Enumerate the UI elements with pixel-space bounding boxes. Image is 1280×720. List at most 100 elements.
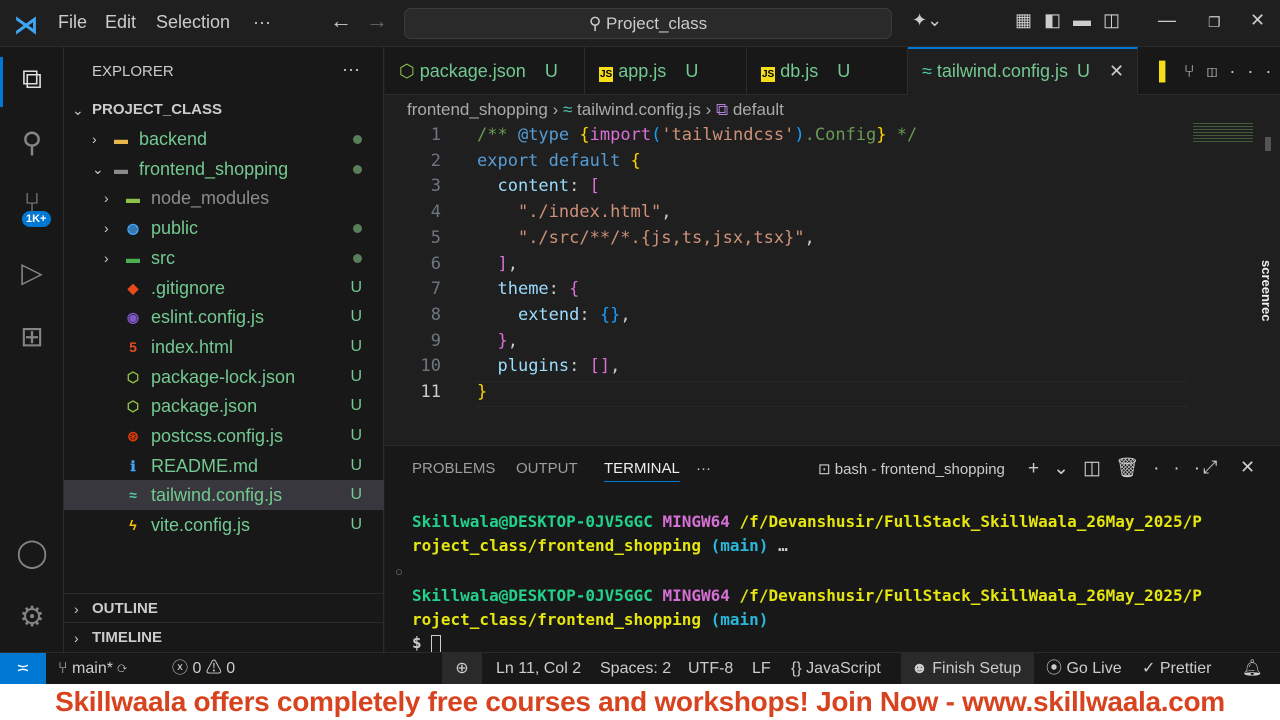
forward-arrow-icon[interactable]: → [366,8,388,34]
close-tab-icon[interactable]: ✕ [1109,61,1124,81]
command-center-search[interactable]: ⚲ Project_class [404,8,892,39]
code-line[interactable]: content: [ [477,176,599,196]
explorer-more-button[interactable]: ··· [342,59,360,80]
code-token: { [569,279,580,300]
scrollbar[interactable] [1265,137,1271,151]
current-line-highlight [475,381,1187,407]
code-token: .Config [804,125,877,145]
warning-count: 0 [226,660,236,677]
encoding[interactable]: UTF-8 [688,653,733,684]
maximize-panel-icon[interactable]: ⤢ [1203,457,1217,478]
close-window-button[interactable]: ✕ [1250,10,1265,31]
menu-edit[interactable]: Edit [105,12,136,33]
menu-selection[interactable]: Selection [156,12,230,33]
layout-icons[interactable]: ▦◧▬◫ [1015,10,1132,31]
terminal-cursor[interactable] [431,634,442,653]
tree-item--gitignore[interactable]: ◆ .gitignore U [64,273,384,303]
code-line[interactable]: "./src/**/*.{js,ts,jsx,tsx}", [477,228,815,248]
code-line[interactable]: /** @type {import('tailwindcss').Config}… [477,125,917,145]
breadcrumb-folder[interactable]: frontend_shopping [407,100,548,119]
tree-item-package-json[interactable]: ⬡ package.json U [64,391,384,421]
code-line[interactable]: theme: { [477,279,579,299]
tree-item-tailwind-config-js[interactable]: ≈ tailwind.config.js U [64,480,384,511]
tree-item-public[interactable]: › ◍ public [64,213,384,243]
tab-label: db.js [780,61,819,81]
account-icon[interactable]: ◯ [14,535,50,571]
tab-terminal[interactable]: TERMINAL [604,460,680,482]
code-line[interactable]: extend: {}, [477,305,631,325]
line-number: 2 [430,150,441,171]
code-line[interactable]: }, [477,331,518,351]
code-line[interactable]: export default { [477,151,641,171]
prettier-button[interactable]: ✓ Prettier [1142,653,1211,684]
language-mode[interactable]: {} JavaScript [791,653,881,684]
back-arrow-icon[interactable]: ← [330,8,352,34]
code-editor[interactable]: frontend_shopping › ≈ tailwind.config.js… [385,95,1280,445]
tree-item-package-lock-json[interactable]: ⬡ package-lock.json U [64,362,384,392]
explorer-icon[interactable]: ⧉ [14,61,50,97]
tree-item-eslint-config-js[interactable]: ◉ eslint.config.js U [64,302,384,332]
editor-actions[interactable]: ▌⑂◫··· [1145,47,1280,95]
git-status-badge: U [350,456,362,474]
minimap[interactable] [1193,123,1253,143]
tree-item-node-modules[interactable]: › ▬ node_modules [64,183,384,213]
panel-more-button[interactable]: ··· [696,460,711,477]
tab-db-js[interactable]: JS db.js U [747,47,908,95]
timeline-section[interactable]: › TIMELINE [64,622,384,652]
modified-dot-icon [353,164,362,174]
notifications-bell-icon[interactable]: 🔔︎ [1242,653,1262,684]
code-line[interactable]: } [477,382,487,402]
code-token: ] [497,253,508,274]
project-root[interactable]: ⌄ PROJECT_CLASS [64,95,384,125]
branch-item[interactable]: ⑂ main* ⟳ [58,653,127,684]
promo-banner[interactable]: Skillwaala offers completely free course… [0,684,1280,720]
tree-item-src[interactable]: › ▬ src [64,243,384,273]
terminal-selector[interactable]: ⊡ bash - frontend_shopping [818,460,1005,478]
tree-item-readme-md[interactable]: ℹ README.md U [64,451,384,481]
menu-more[interactable]: ··· [253,12,271,33]
menu-file[interactable]: File [58,12,87,33]
problems-item[interactable]: ⓧ 0 ⚠ 0 [172,653,235,684]
minimize-button[interactable]: — [1158,10,1176,31]
prompt-user: Skillwala@DESKTOP-0JV5GGC [412,512,653,531]
code-token: , [661,202,672,223]
language-label: JavaScript [806,660,881,677]
extensions-icon[interactable]: ⊞ [14,319,50,355]
terminal-actions[interactable]: +⌄◫🗑··· [1028,456,1214,480]
restore-button[interactable]: ❐ [1208,14,1221,31]
tree-item-backend[interactable]: › ▬ backend [64,124,384,154]
indentation[interactable]: Spaces: 2 [600,653,671,684]
tab-status: U [685,61,699,81]
code-token: } [497,330,508,351]
breadcrumb-symbol[interactable]: default [733,100,784,119]
tree-item-vite-config-js[interactable]: ϟ vite.config.js U [64,510,384,540]
tab-package-json[interactable]: ⬡ package.json U [385,47,585,95]
tab-output[interactable]: OUTPUT [516,460,578,477]
close-panel-icon[interactable]: ✕ [1240,457,1255,478]
run-debug-icon[interactable]: ▷ [14,255,50,291]
go-live-button[interactable]: ⦿ Go Live [1046,653,1122,684]
tab-problems[interactable]: PROBLEMS [412,460,495,477]
finish-setup-button[interactable]: ☻ Finish Setup [901,653,1034,684]
tree-item-frontend-shopping[interactable]: ⌄ ▬ frontend_shopping [64,154,384,184]
code-line[interactable]: plugins: [], [477,356,620,376]
cursor-position[interactable]: Ln 11, Col 2 [496,653,581,684]
tab-app-js[interactable]: JS app.js U [585,47,747,95]
search-icon[interactable]: ⚲ [14,125,50,161]
tab-tailwind-config-js[interactable]: ≈ tailwind.config.js U ✕ [908,47,1138,95]
copilot-icon[interactable]: ✦⌄ [912,10,942,31]
zoom-icon[interactable]: ⊕ [442,653,482,684]
tree-item-postcss-config-js[interactable]: ⊛ postcss.config.js U [64,421,384,451]
project-root-label: PROJECT_CLASS [92,101,223,118]
remote-icon[interactable]: ≍ [0,653,46,684]
breadcrumb-file[interactable]: tailwind.config.js [577,100,701,119]
line-ending[interactable]: LF [752,653,771,684]
outline-section[interactable]: › OUTLINE [64,593,384,623]
code-line[interactable]: "./index.html", [477,202,672,222]
code-line[interactable]: ], [477,254,518,274]
tailwind-icon: ≈ [562,100,573,119]
tree-item-index-html[interactable]: 5 index.html U [64,332,384,362]
html-icon: 5 [129,338,137,355]
code-token: 'tailwindcss' [661,125,795,145]
settings-gear-icon[interactable]: ⚙ [14,599,50,635]
